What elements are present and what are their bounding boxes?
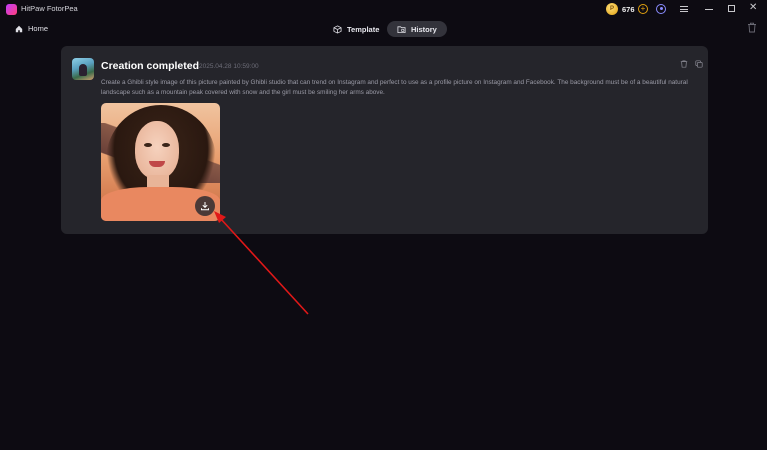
card-title: Creation completed	[101, 60, 200, 72]
credits-badge[interactable]: P 676	[606, 2, 635, 16]
image-eye-left	[144, 143, 152, 147]
history-card: Creation completed 2025.04.28 10:59:00 C…	[61, 46, 708, 234]
home-button[interactable]: Home	[15, 24, 48, 33]
download-button[interactable]	[195, 196, 215, 216]
trash-icon[interactable]	[747, 22, 757, 33]
credit-count: 676	[622, 4, 635, 14]
maximize-button[interactable]	[728, 5, 735, 12]
minimize-button[interactable]	[705, 9, 713, 10]
delete-icon[interactable]	[680, 60, 688, 68]
app-logo-icon	[6, 4, 17, 15]
app-title: HitPaw FotorPea	[21, 4, 78, 13]
home-label: Home	[28, 24, 49, 33]
card-timestamp: 2025.04.28 10:59:00	[199, 63, 259, 70]
result-image[interactable]	[101, 103, 220, 221]
title-bar: HitPaw FotorPea P 676 + ✕	[0, 0, 767, 18]
user-account-icon[interactable]	[656, 4, 666, 14]
tab-template[interactable]: Template	[323, 21, 389, 37]
home-icon	[15, 25, 23, 32]
folder-clock-icon	[397, 25, 406, 33]
tab-template-label: Template	[347, 24, 380, 34]
image-eye-right	[162, 143, 170, 147]
nav-bar: Home Template History	[0, 18, 767, 40]
coin-icon: P	[606, 3, 618, 15]
card-actions	[680, 60, 703, 68]
tab-history[interactable]: History	[387, 21, 447, 37]
image-face	[135, 121, 179, 179]
menu-icon[interactable]	[680, 6, 688, 12]
tab-history-label: History	[411, 24, 437, 34]
add-credits-icon[interactable]: +	[638, 4, 648, 14]
source-thumbnail	[72, 58, 94, 80]
prompt-text: Create a Ghibli style image of this pict…	[101, 79, 688, 96]
cube-icon	[333, 24, 342, 34]
copy-icon[interactable]	[695, 60, 703, 68]
close-button[interactable]: ✕	[749, 2, 757, 14]
download-icon	[201, 202, 209, 211]
